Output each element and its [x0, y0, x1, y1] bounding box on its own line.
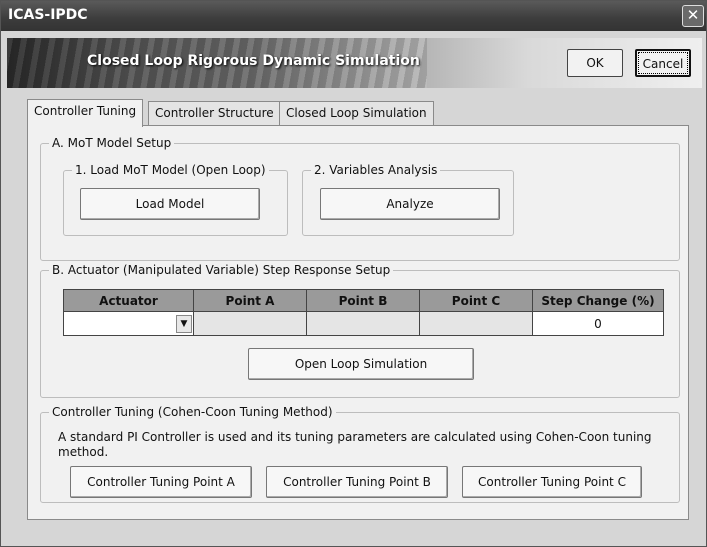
- cancel-button[interactable]: Cancel: [635, 49, 691, 77]
- column-header: Point C: [419, 289, 533, 312]
- actuator-dropdown[interactable]: ▼: [64, 312, 193, 335]
- table-row: ▼ 0: [63, 311, 664, 336]
- ok-button[interactable]: OK: [567, 49, 623, 77]
- controller-tuning-title: Controller Tuning (Cohen-Coon Tuning Met…: [52, 405, 333, 419]
- tab-closed-loop-simulation[interactable]: Closed Loop Simulation: [279, 101, 434, 125]
- column-header: Point A: [193, 289, 307, 312]
- step-change-input[interactable]: 0: [532, 311, 664, 336]
- actuator-cell[interactable]: ▼: [63, 311, 194, 336]
- close-icon[interactable]: ✕: [682, 5, 704, 27]
- tab-controller-tuning[interactable]: Controller Tuning: [27, 99, 144, 127]
- banner-subtitle: Closed Loop Rigorous Dynamic Simulation: [87, 53, 420, 69]
- tuning-point-a-button[interactable]: Controller Tuning Point A: [70, 466, 252, 498]
- actuator-table-header: Actuator Point A Point B Point C Step Ch…: [63, 289, 664, 312]
- chevron-down-icon[interactable]: ▼: [176, 314, 192, 333]
- window-title: ICAS-IPDC: [8, 7, 88, 23]
- step-response-setup-title: B. Actuator (Manipulated Variable) Step …: [52, 263, 391, 277]
- tab-controller-structure[interactable]: Controller Structure: [148, 101, 281, 125]
- tuning-description: A standard PI Controller is used and its…: [58, 430, 652, 459]
- point-b-cell: [306, 311, 420, 336]
- open-loop-simulation-button[interactable]: Open Loop Simulation: [248, 348, 474, 380]
- title-bar[interactable]: ICAS-IPDC ✕: [1, 1, 706, 31]
- mot-model-setup-title: A. MoT Model Setup: [52, 136, 172, 150]
- load-model-group-title: 1. Load MoT Model (Open Loop): [75, 163, 266, 177]
- point-c-cell: [419, 311, 533, 336]
- tuning-point-b-button[interactable]: Controller Tuning Point B: [266, 466, 448, 498]
- point-a-cell: [193, 311, 307, 336]
- variables-analysis-group-title: 2. Variables Analysis: [314, 163, 438, 177]
- actuator-table: Actuator Point A Point B Point C Step Ch…: [63, 289, 664, 336]
- column-header: Actuator: [63, 289, 194, 312]
- tab-panel-controller-tuning: A. MoT Model Setup 1. Load MoT Model (Op…: [27, 125, 689, 520]
- tuning-point-c-button[interactable]: Controller Tuning Point C: [462, 466, 642, 498]
- column-header: Point B: [306, 289, 420, 312]
- load-model-button[interactable]: Load Model: [80, 188, 260, 220]
- dialog-window: ICAS-IPDC ✕ Closed Loop Rigorous Dynamic…: [0, 0, 707, 547]
- analyze-button[interactable]: Analyze: [320, 188, 500, 220]
- column-header: Step Change (%): [532, 289, 664, 312]
